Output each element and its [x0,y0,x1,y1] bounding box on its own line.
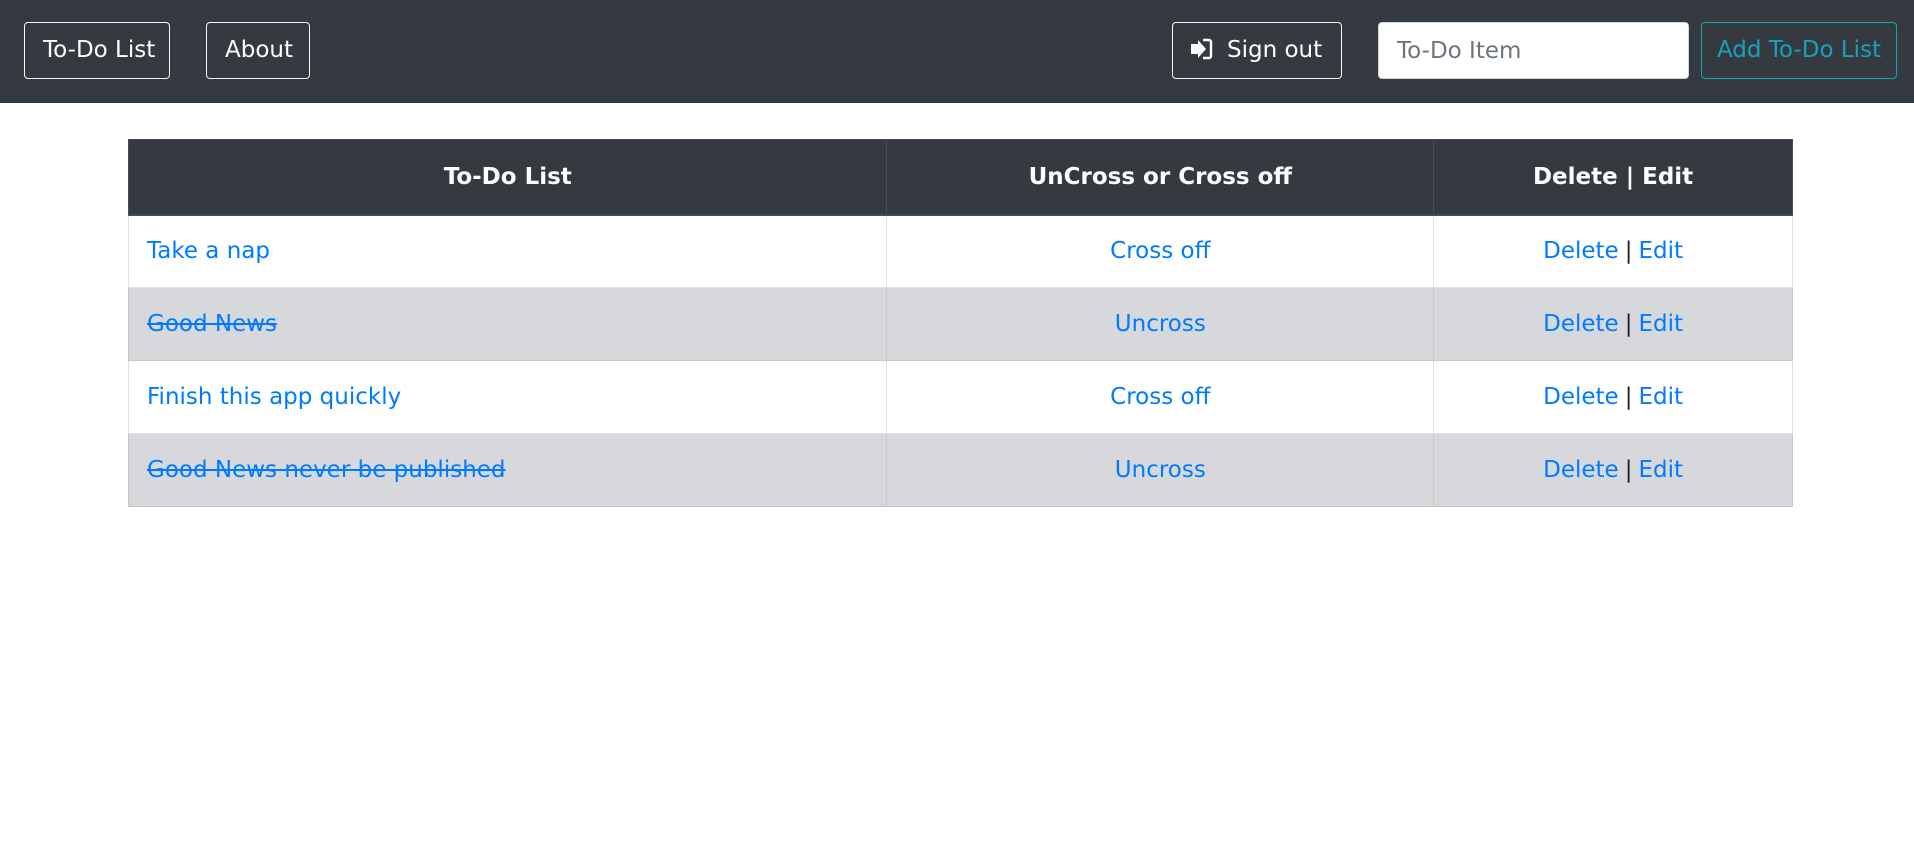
sign-out-button[interactable]: Sign out [1172,22,1342,79]
item-cell: Good News [127,287,888,361]
cross-off-link[interactable]: Cross off [1110,384,1210,410]
sign-out-label: Sign out [1227,37,1323,63]
delete-link[interactable]: Delete [1543,311,1619,337]
edit-link[interactable]: Edit [1638,311,1683,337]
table-row: Good News Uncross Delete | Edit [127,287,1793,361]
item-cell: Good News never be published [127,433,888,507]
toggle-cell: Cross off [886,214,1435,288]
toggle-cell: Cross off [886,360,1435,434]
top-navbar: To-Do List About Sign out Add To-Do List [0,0,1914,103]
table-row: Good News never be published Uncross Del… [127,433,1793,507]
cross-off-link[interactable]: Cross off [1110,238,1210,264]
toggle-cell: Uncross [886,433,1435,507]
header-todo-list: To-Do List [127,139,888,216]
table-header-row: To-Do List UnCross or Cross off Delete |… [127,139,1793,216]
actions-cell: Delete | Edit [1433,214,1793,288]
todo-item-link[interactable]: Take a nap [147,238,270,264]
delete-link[interactable]: Delete [1543,238,1619,264]
edit-link[interactable]: Edit [1638,457,1683,483]
about-button[interactable]: About [206,22,310,79]
todo-item-link[interactable]: Good News never be published [147,457,506,483]
actions-cell: Delete | Edit [1433,287,1793,361]
todo-list-button[interactable]: To-Do List [24,22,170,79]
todo-item-link[interactable]: Finish this app quickly [147,384,401,410]
action-separator: | [1624,238,1633,265]
toggle-cell: Uncross [886,287,1435,361]
add-todo-button[interactable]: Add To-Do List [1701,22,1897,79]
item-cell: Take a nap [127,214,888,288]
item-cell: Finish this app quickly [127,360,888,434]
edit-link[interactable]: Edit [1638,384,1683,410]
actions-cell: Delete | Edit [1433,433,1793,507]
delete-link[interactable]: Delete [1543,384,1619,410]
actions-cell: Delete | Edit [1433,360,1793,434]
uncross-link[interactable]: Uncross [1115,457,1206,483]
action-separator: | [1624,311,1633,337]
todo-item-input[interactable] [1378,22,1689,79]
table-row: Finish this app quickly Cross off Delete… [127,360,1793,434]
todo-table: To-Do List UnCross or Cross off Delete |… [127,139,1793,507]
action-separator: | [1624,457,1633,483]
uncross-link[interactable]: Uncross [1115,311,1206,337]
edit-link[interactable]: Edit [1638,238,1683,264]
delete-link[interactable]: Delete [1543,457,1619,483]
todo-item-link[interactable]: Good News [147,311,277,337]
sign-out-icon [1189,38,1213,60]
header-cross-off: UnCross or Cross off [886,139,1435,216]
table-row: Take a nap Cross off Delete | Edit [127,214,1793,288]
table-body: Take a nap Cross off Delete | Edit Good Ne… [127,214,1793,507]
action-separator: | [1624,384,1633,410]
header-delete-edit: Delete | Edit [1433,139,1793,216]
